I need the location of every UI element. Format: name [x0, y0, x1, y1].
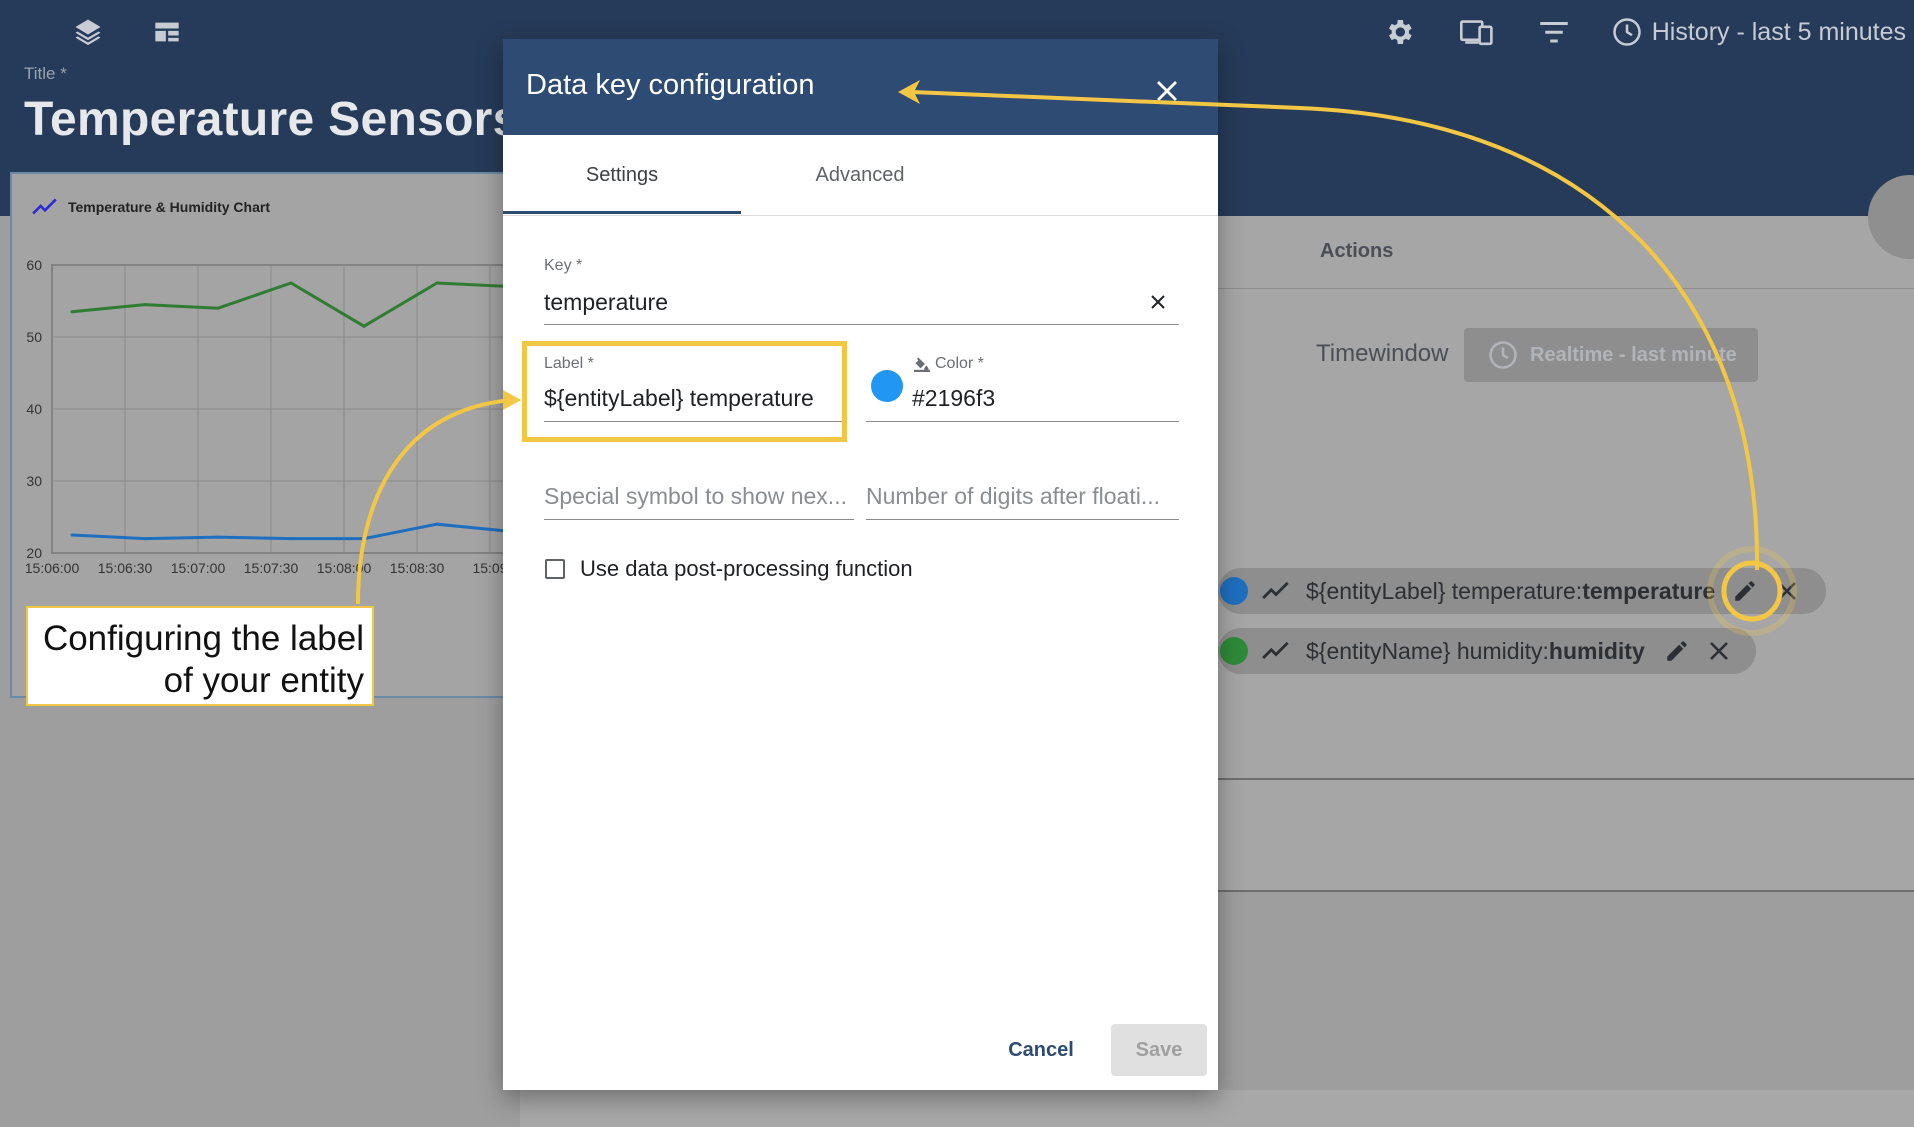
- clock-icon: [1613, 18, 1641, 46]
- history-timewindow-button[interactable]: History - last 5 minutes: [1612, 8, 1906, 56]
- dialog-tabs: Settings Advanced: [503, 135, 1218, 216]
- data-point: [143, 537, 147, 541]
- series-line-1: [71, 522, 510, 541]
- close-icon[interactable]: [1769, 573, 1805, 609]
- edit-icon[interactable]: [1659, 633, 1695, 669]
- filter-icon[interactable]: [1534, 12, 1574, 52]
- dashboard-layout-icon[interactable]: [147, 12, 187, 52]
- data-point: [362, 537, 366, 541]
- timewindow-button-label: Realtime - last minute: [1530, 343, 1737, 366]
- color-field-label: Color *: [913, 355, 984, 373]
- data-point: [70, 310, 74, 314]
- clock-icon: [1489, 341, 1517, 369]
- annotation-callout: Configuring the label of your entity: [26, 606, 374, 706]
- special-symbol-underline: [544, 519, 854, 520]
- data-point: [289, 281, 293, 285]
- datakey-chip-temperature[interactable]: ${entityLabel} temperature: temperature: [1218, 568, 1826, 614]
- devices-icon[interactable]: [1457, 12, 1497, 52]
- key-field-label: Key *: [544, 257, 583, 274]
- color-label-text: Color *: [935, 355, 984, 372]
- postprocess-checkbox-label[interactable]: Use data post-processing function: [580, 556, 913, 582]
- data-point: [289, 537, 293, 541]
- data-point: [70, 533, 74, 537]
- data-point: [143, 303, 147, 307]
- chip-title: ${entityName} humidity:: [1306, 637, 1549, 664]
- chip-key: temperature: [1582, 577, 1716, 604]
- timeseries-icon: [1258, 573, 1294, 609]
- cancel-button[interactable]: Cancel: [986, 1024, 1096, 1076]
- data-point: [435, 522, 439, 526]
- color-input[interactable]: #2196f3: [912, 385, 995, 412]
- data-point: [435, 281, 439, 285]
- x-tick-label: 15:07:00: [171, 560, 226, 576]
- history-label: History - last 5 minutes: [1651, 17, 1906, 46]
- x-tick-label: 15:07:30: [244, 560, 299, 576]
- label-input[interactable]: ${entityLabel} temperature: [544, 385, 814, 412]
- key-input[interactable]: temperature: [544, 289, 668, 316]
- edit-icon[interactable]: [1727, 573, 1763, 609]
- x-tick-label: 15:08:00: [317, 560, 372, 576]
- clear-icon[interactable]: [1143, 287, 1173, 317]
- right-config-card-lower: [1218, 780, 1914, 892]
- timewindow-button[interactable]: Realtime - last minute: [1464, 328, 1758, 382]
- tab-advanced[interactable]: Advanced: [741, 135, 979, 215]
- x-tick-label: 15:06:30: [98, 560, 153, 576]
- chip-title: ${entityLabel} temperature:: [1306, 577, 1583, 604]
- special-symbol-input[interactable]: Special symbol to show nex...: [544, 483, 854, 510]
- series-line-0: [71, 281, 510, 328]
- layers-icon[interactable]: [68, 12, 108, 52]
- y-tick-label: 20: [26, 545, 42, 561]
- label-input-underline: [544, 421, 842, 422]
- close-icon[interactable]: [1701, 633, 1737, 669]
- actions-tab-label[interactable]: Actions: [1320, 240, 1393, 263]
- line-chart: 60 50 40 30 2015:06:00 15:06:30 15:07:00 15:07:…: [25, 257, 510, 576]
- chip-key: humidity: [1548, 637, 1645, 664]
- callout-line-2: of your entity: [163, 661, 364, 700]
- datakey-chip-humidity[interactable]: ${entityName} humidity: humidity: [1218, 628, 1756, 674]
- x-tick-label: 15:08:30: [390, 560, 445, 576]
- y-tick-label: 40: [26, 401, 42, 417]
- title-field-label: Title *: [24, 64, 67, 83]
- x-tick-label: 15:06:00: [25, 560, 80, 576]
- dialog-title: Data key configuration: [526, 69, 815, 101]
- chart-title: Temperature & Humidity Chart: [68, 199, 270, 215]
- key-input-underline: [544, 324, 1179, 325]
- active-tab-indicator: [503, 211, 741, 214]
- paint-bucket-icon: [914, 357, 930, 372]
- save-button[interactable]: Save: [1111, 1024, 1207, 1076]
- chip-color-dot: [1220, 577, 1248, 605]
- data-point: [216, 535, 220, 539]
- data-point: [362, 324, 366, 328]
- gear-icon[interactable]: [1379, 12, 1419, 52]
- timeseries-icon: [1258, 633, 1294, 669]
- label-field-label: Label *: [544, 355, 594, 372]
- color-swatch[interactable]: [871, 370, 903, 402]
- chart-widget-icon: [32, 198, 58, 221]
- divider: [1218, 288, 1914, 289]
- chip-color-dot: [1220, 637, 1248, 665]
- y-tick-label: 60: [26, 257, 42, 273]
- timewindow-label: Timewindow: [1316, 340, 1449, 367]
- decimals-input[interactable]: Number of digits after floati...: [866, 483, 1179, 510]
- tab-settings[interactable]: Settings: [503, 135, 741, 215]
- lower-area: [520, 1090, 1914, 1127]
- decimals-underline: [866, 519, 1179, 520]
- y-tick-label: 30: [26, 473, 42, 489]
- callout-line-1: Configuring the label: [42, 619, 364, 658]
- data-key-config-dialog: Data key configuration Settings Advanced…: [503, 39, 1218, 1090]
- data-point: [216, 306, 220, 310]
- y-tick-label: 50: [26, 329, 42, 345]
- right-config-card: [1218, 216, 1914, 780]
- page-title[interactable]: Temperature Sensors: [24, 92, 520, 147]
- postprocess-checkbox[interactable]: [545, 559, 565, 579]
- close-icon[interactable]: [1147, 71, 1187, 111]
- color-input-underline: [866, 421, 1179, 422]
